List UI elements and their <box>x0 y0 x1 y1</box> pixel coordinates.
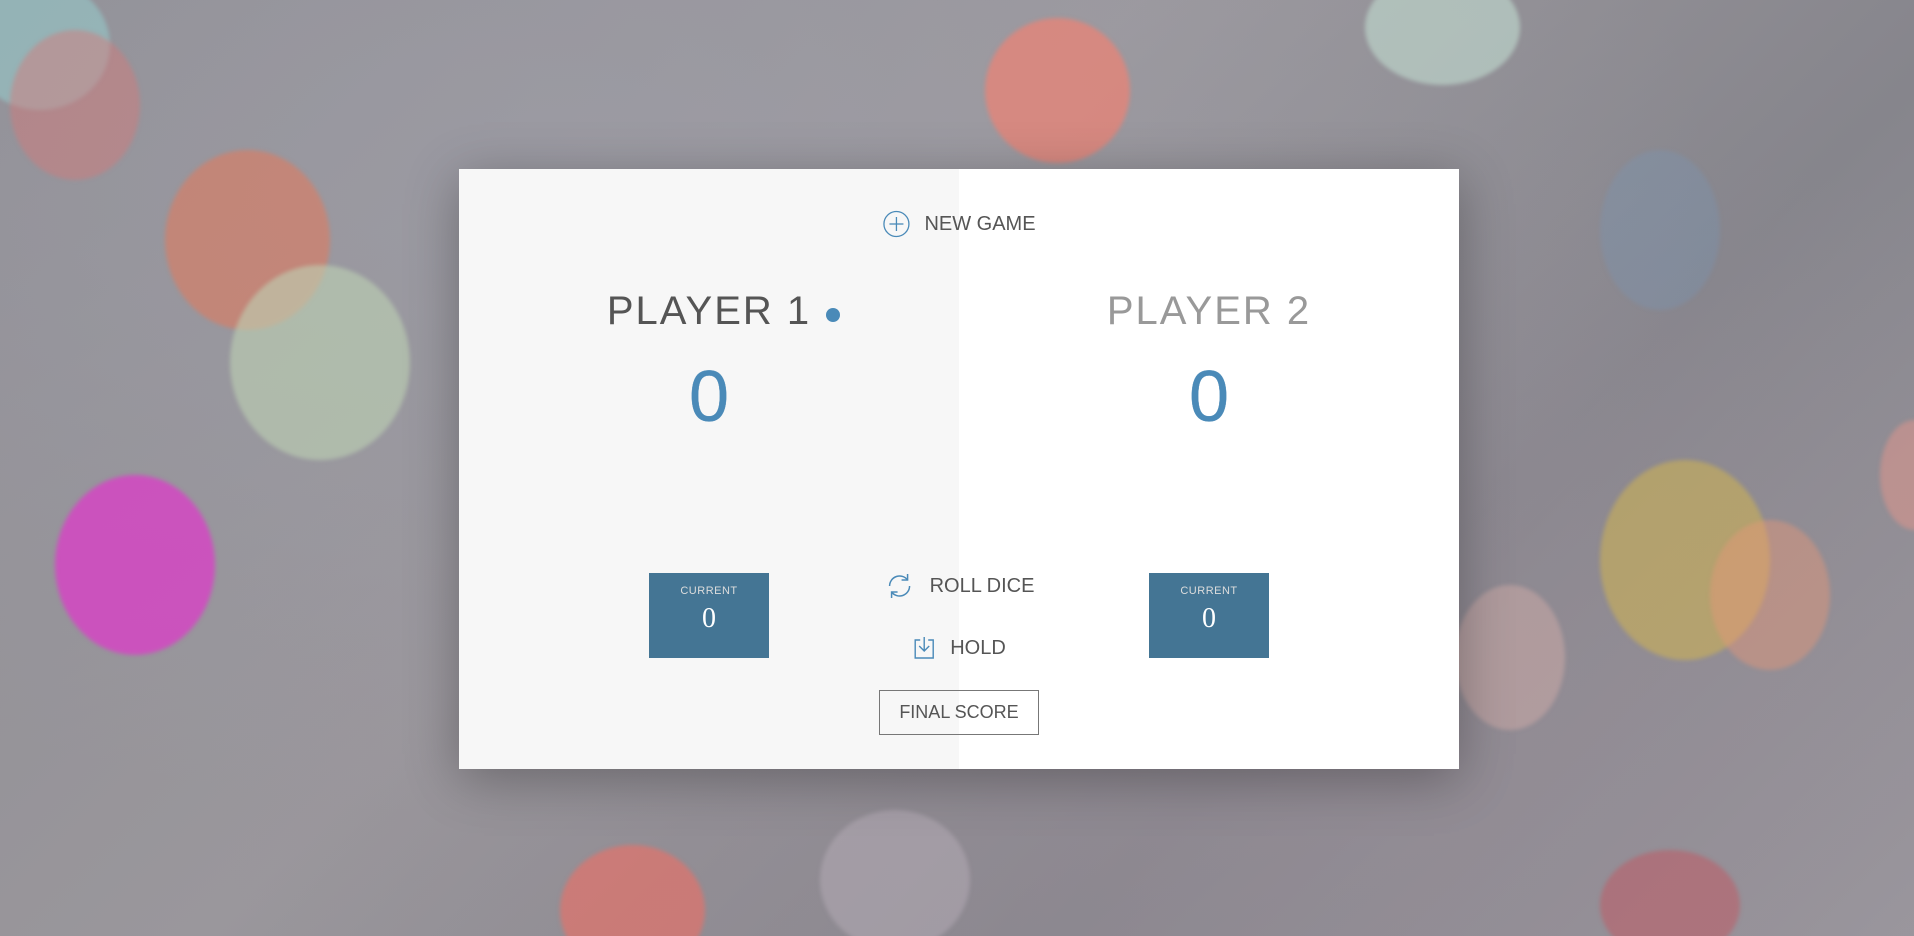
player-1-current-box: Current 0 <box>649 573 769 658</box>
hold-label: Hold <box>950 636 1006 659</box>
bokeh-blob <box>1455 585 1565 730</box>
plus-circle-icon <box>882 210 910 238</box>
roll-dice-button[interactable]: Roll dice <box>878 569 1041 603</box>
player-2-score: 0 <box>1188 357 1230 437</box>
bokeh-blob <box>560 845 705 936</box>
new-game-button[interactable]: New game <box>876 209 1041 239</box>
hold-button[interactable]: Hold <box>906 634 1012 662</box>
bokeh-blob <box>1710 520 1830 670</box>
player-1-score: 0 <box>688 357 730 437</box>
player-2-panel: Player 2 0 Current 0 <box>959 169 1459 769</box>
bokeh-blob <box>985 18 1130 163</box>
player-2-current-box: Current 0 <box>1149 573 1269 658</box>
player-2-name: Player 2 <box>1106 289 1312 333</box>
player-1-panel: Player 1 0 Current 0 <box>459 169 959 769</box>
player-2-current-score: 0 <box>1202 603 1216 634</box>
bokeh-blob <box>1880 420 1914 530</box>
bokeh-blob <box>1365 0 1520 85</box>
bokeh-blob <box>820 810 970 936</box>
player-1-current-score: 0 <box>702 603 716 634</box>
player-1-name: Player 1 <box>606 289 812 333</box>
bokeh-blob <box>1600 150 1720 310</box>
download-icon <box>912 635 936 661</box>
final-score-input[interactable] <box>879 690 1039 735</box>
roll-dice-label: Roll dice <box>929 574 1035 597</box>
active-dot-icon <box>826 308 840 322</box>
new-game-label: New game <box>924 212 1036 235</box>
bokeh-blob <box>230 265 410 460</box>
bokeh-blob <box>55 475 215 655</box>
player-2-current-label: Current <box>1180 585 1238 597</box>
bokeh-blob <box>1600 850 1740 936</box>
bokeh-blob <box>10 30 140 180</box>
refresh-icon <box>884 570 916 602</box>
game-panel: Player 1 0 Current 0 Player 2 0 Current … <box>459 169 1459 769</box>
player-1-current-label: Current <box>680 585 738 597</box>
